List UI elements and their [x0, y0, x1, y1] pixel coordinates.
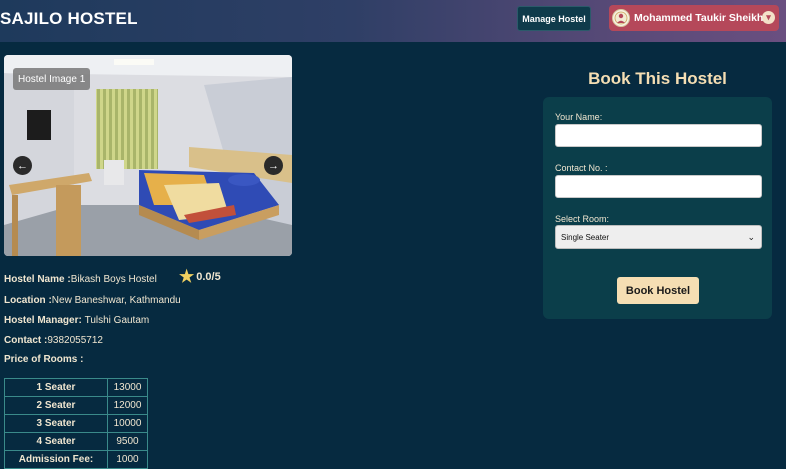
table-row: 2 Seater 12000 [4, 396, 148, 415]
price-table: 1 Seater 13000 2 Seater 12000 3 Seater 1… [4, 378, 148, 469]
location-label: Location : [4, 295, 52, 306]
star-icon: ★ [179, 267, 195, 286]
brand-logo[interactable]: SAJILO HOSTEL [0, 9, 138, 29]
book-hostel-button[interactable]: Book Hostel [617, 277, 699, 304]
contact-value: 9382055712 [47, 335, 103, 346]
chevron-down-icon: ⌄ [747, 232, 755, 242]
hostel-name-label: Hostel Name : [4, 274, 71, 285]
avatar-icon [614, 11, 628, 25]
manager-line: Hostel Manager: Tulshi Gautam [4, 315, 149, 326]
name-label: Your Name: [555, 112, 603, 122]
manager-label: Hostel Manager: [4, 315, 85, 326]
hostel-name-line: Hostel Name :Bikash Boys Hostel [4, 274, 157, 285]
table-row: 4 Seater 9500 [4, 432, 148, 451]
table-row: 1 Seater 13000 [4, 378, 148, 397]
arrow-left-icon[interactable]: ← [13, 156, 32, 175]
room-select[interactable]: Single Seater ⌄ [555, 225, 762, 249]
price-value: 1000 [107, 450, 148, 469]
contact-label: Contact No. : [555, 163, 608, 173]
room-label: Select Room: [555, 214, 610, 224]
name-input[interactable] [555, 124, 762, 147]
manager-value: Tulshi Gautam [84, 315, 150, 326]
price-value: 10000 [107, 414, 148, 433]
rating: ★ 0.0/5 [179, 268, 221, 285]
contact-line: Contact :9382055712 [4, 335, 103, 346]
location-value: New Baneshwar, Kathmandu [51, 295, 181, 306]
table-row: Admission Fee: 1000 [4, 450, 148, 469]
user-menu-button[interactable]: Mohammed Taukir Sheikh ▾ [609, 5, 779, 31]
price-label: 3 Seater [4, 414, 108, 433]
price-heading: Price of Rooms : [4, 354, 83, 365]
location-line: Location :New Baneshwar, Kathmandu [4, 295, 181, 306]
price-heading-text: Price of Rooms : [4, 354, 84, 365]
price-value: 9500 [107, 432, 148, 451]
booking-form: Your Name: Contact No. : Select Room: Si… [543, 97, 772, 319]
user-name: Mohammed Taukir Sheikh [634, 12, 764, 24]
price-value: 12000 [107, 396, 148, 415]
price-label: Admission Fee: [4, 450, 108, 469]
contact-input[interactable] [555, 175, 762, 198]
price-label: 2 Seater [4, 396, 108, 415]
price-label: 4 Seater [4, 432, 108, 451]
room-select-value: Single Seater [561, 232, 610, 242]
contact-label: Contact : [4, 335, 48, 346]
rating-value: 0.0/5 [196, 270, 221, 283]
booking-title: Book This Hostel [588, 69, 727, 88]
top-navbar: SAJILO HOSTEL Manage Hostel Mohammed Tau… [0, 0, 786, 42]
price-label: 1 Seater [4, 378, 108, 397]
image-caption: Hostel Image 1 [13, 68, 91, 90]
avatar [612, 9, 630, 27]
chevron-down-icon: ▾ [762, 11, 775, 24]
manage-hostel-button[interactable]: Manage Hostel [517, 6, 591, 31]
hostel-name-value: Bikash Boys Hostel [70, 274, 157, 285]
price-value: 13000 [107, 378, 148, 397]
arrow-right-icon[interactable]: → [264, 156, 283, 175]
hostel-image-carousel: Hostel Image 1 ← → [4, 55, 292, 256]
table-row: 3 Seater 10000 [4, 414, 148, 433]
